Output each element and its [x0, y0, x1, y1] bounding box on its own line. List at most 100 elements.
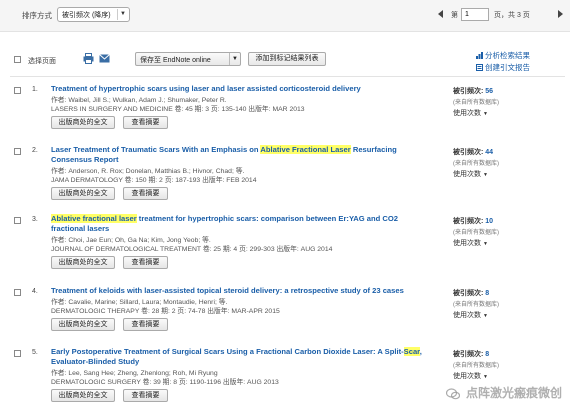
- full-text-button[interactable]: 出版商处的全文: [51, 318, 115, 331]
- next-page-icon[interactable]: [558, 10, 563, 18]
- full-text-button[interactable]: 出版商处的全文: [51, 256, 115, 269]
- print-icon[interactable]: [83, 53, 94, 64]
- chart-icon: [476, 52, 483, 59]
- citation-report-label: 创建引文报告: [485, 63, 530, 72]
- times-cited: 被引频次: 56: [453, 86, 563, 96]
- times-cited-label: 被引频次:: [453, 149, 486, 156]
- add-to-marked-list-button[interactable]: 添加到标记结果列表: [248, 52, 326, 66]
- cited-source-note: (来自所有数据库): [453, 100, 499, 106]
- record-number: 2.: [32, 147, 38, 154]
- chevron-down-icon: ▼: [482, 172, 488, 178]
- usage-count-toggle[interactable]: 使用次数 ▼: [453, 310, 488, 320]
- record-source: JOURNAL OF DERMATOLOGICAL TREATMENT 卷: 2…: [51, 246, 333, 253]
- title-text: Laser Treatment of Traumatic Scars With …: [51, 145, 261, 154]
- sort-label: 排序方式: [22, 11, 52, 20]
- watermark: 点阵激光瘢痕微创: [445, 384, 562, 401]
- record-title-link[interactable]: Ablative fractional laser treatment for …: [51, 214, 431, 234]
- record-checkbox[interactable]: [14, 87, 21, 94]
- record-source: DERMATOLOGIC SURGERY 卷: 39 期: 8 页: 1190-…: [51, 379, 279, 386]
- record-authors: 作者: Choi, Jae Eun; Oh, Ga Na; Kim, Jong …: [51, 237, 211, 244]
- usage-label: 使用次数: [453, 171, 481, 178]
- view-abstract-button[interactable]: 查看摘要: [123, 116, 168, 129]
- usage-count-toggle[interactable]: 使用次数 ▼: [453, 371, 488, 381]
- view-abstract-button[interactable]: 查看摘要: [123, 187, 168, 200]
- record-source: LASERS IN SURGERY AND MEDICINE 卷: 45 期: …: [51, 106, 305, 113]
- title-text: Early Postoperative Treatment of Surgica…: [51, 347, 404, 356]
- chevron-down-icon: ▼: [117, 9, 128, 20]
- sort-bar: 排序方式 被引频次 (降序) ▼ 第 页，共 3 页: [0, 0, 570, 32]
- times-cited: 被引频次: 8: [453, 288, 563, 298]
- cited-source-note: (来自所有数据库): [453, 302, 499, 308]
- usage-label: 使用次数: [453, 373, 481, 380]
- page-number-input[interactable]: [461, 8, 489, 21]
- times-cited-link[interactable]: 8: [485, 351, 489, 358]
- times-cited-label: 被引频次:: [453, 351, 486, 358]
- chevron-down-icon: ▼: [482, 111, 488, 117]
- usage-count-toggle[interactable]: 使用次数 ▼: [453, 238, 488, 248]
- usage-label: 使用次数: [453, 312, 481, 319]
- times-cited-link[interactable]: 10: [485, 218, 493, 225]
- record-checkbox[interactable]: [14, 217, 21, 224]
- full-text-button[interactable]: 出版商处的全文: [51, 116, 115, 129]
- chevron-down-icon: ▼: [482, 241, 488, 247]
- record-authors: 作者: Anderson, R. Rox; Donelan, Matthias …: [51, 168, 245, 175]
- cited-source-note: (来自所有数据库): [453, 230, 499, 236]
- record-number: 1.: [32, 86, 38, 93]
- record-number: 5.: [32, 349, 38, 356]
- usage-label: 使用次数: [453, 240, 481, 247]
- usage-count-toggle[interactable]: 使用次数 ▼: [453, 108, 488, 118]
- record-checkbox[interactable]: [14, 289, 21, 296]
- analyze-results-label: 分析检索结果: [485, 51, 530, 60]
- cited-source-note: (来自所有数据库): [453, 161, 499, 167]
- report-icon: [476, 64, 483, 71]
- usage-count-toggle[interactable]: 使用次数 ▼: [453, 169, 488, 179]
- watermark-text: 点阵激光瘢痕微创: [465, 386, 562, 400]
- highlighted-term: Scar: [403, 347, 420, 356]
- times-cited-label: 被引频次:: [453, 88, 486, 95]
- citation-report-link[interactable]: 创建引文报告: [476, 62, 530, 74]
- analysis-links: 分析检索结果 创建引文报告: [476, 50, 530, 74]
- citation-info: 被引频次: 10 (来自所有数据库) 使用次数 ▼: [453, 216, 563, 247]
- save-to-endnote-select[interactable]: 保存至 EndNote online ▼: [135, 52, 241, 66]
- record-checkbox[interactable]: [14, 350, 21, 357]
- record-source: DERMATOLOGIC THERAPY 卷: 28 期: 2 页: 74-78…: [51, 308, 280, 315]
- times-cited: 被引频次: 10: [453, 216, 563, 226]
- chevron-down-icon: ▼: [229, 53, 240, 65]
- sort-select[interactable]: 被引频次 (降序) ▼: [57, 7, 130, 22]
- record-authors: 作者: Waibel, Jill S.; Wulkan, Adam J.; Sh…: [51, 97, 227, 104]
- times-cited-link[interactable]: 56: [485, 88, 493, 95]
- divider: [10, 76, 565, 77]
- record-checkbox[interactable]: [14, 148, 21, 155]
- full-text-button[interactable]: 出版商处的全文: [51, 187, 115, 200]
- chevron-down-icon: ▼: [482, 374, 488, 380]
- record-source: JAMA DERMATOLOGY 卷: 150 期: 2 页: 187-193 …: [51, 177, 257, 184]
- page-count-text: 页，共 3 页: [494, 12, 530, 19]
- title-text: Treatment of keloids with laser-assisted…: [51, 286, 404, 295]
- analyze-results-link[interactable]: 分析检索结果: [476, 50, 530, 62]
- view-abstract-button[interactable]: 查看摘要: [123, 318, 168, 331]
- record-title-link[interactable]: Laser Treatment of Traumatic Scars With …: [51, 145, 431, 165]
- highlighted-term: Ablative fractional laser: [51, 214, 137, 223]
- cited-source-note: (来自所有数据库): [453, 363, 499, 369]
- citation-info: 被引频次: 44 (来自所有数据库) 使用次数 ▼: [453, 147, 563, 178]
- record-title-link[interactable]: Treatment of hypertrophic scars using la…: [51, 84, 431, 94]
- view-abstract-button[interactable]: 查看摘要: [123, 256, 168, 269]
- select-page-checkbox[interactable]: [14, 56, 21, 63]
- view-abstract-button[interactable]: 查看摘要: [123, 389, 168, 402]
- times-cited-label: 被引频次:: [453, 290, 486, 297]
- title-text: Treatment of hypertrophic scars using la…: [51, 84, 361, 93]
- full-text-button[interactable]: 出版商处的全文: [51, 389, 115, 402]
- select-page-label: 选择页面: [28, 58, 56, 65]
- times-cited: 被引频次: 8: [453, 349, 563, 359]
- sort-selected-value: 被引频次 (降序): [62, 12, 111, 19]
- times-cited-link[interactable]: 44: [485, 149, 493, 156]
- record-number: 4.: [32, 288, 38, 295]
- record-authors: 作者: Lee, Sang Hee; Zheng, Zhenlong; Roh,…: [51, 370, 218, 377]
- email-icon[interactable]: [99, 54, 110, 63]
- record-title-link[interactable]: Early Postoperative Treatment of Surgica…: [51, 347, 431, 367]
- previous-page-icon[interactable]: [438, 10, 443, 18]
- record-authors: 作者: Cavalie, Marine; Sillard, Laura; Mon…: [51, 299, 228, 306]
- times-cited-link[interactable]: 8: [485, 290, 489, 297]
- record-title-link[interactable]: Treatment of keloids with laser-assisted…: [51, 286, 431, 296]
- times-cited-label: 被引频次:: [453, 218, 486, 225]
